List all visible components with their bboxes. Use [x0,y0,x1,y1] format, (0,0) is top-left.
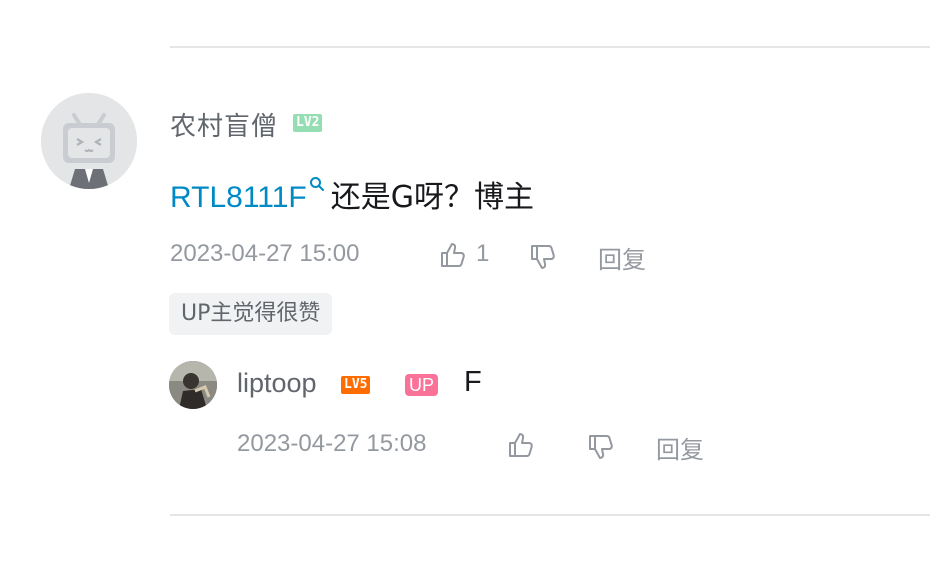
dislike-icon[interactable] [586,432,616,462]
like-icon[interactable] [438,240,468,270]
reply-button[interactable]: 回复 [598,240,646,275]
reply-username[interactable]: liptoop [237,368,317,399]
up-liked-tag: UP主觉得很赞 [169,293,333,335]
search-link[interactable]: RTL8111F [170,181,307,214]
reply-button[interactable]: 回复 [656,430,704,465]
search-icon[interactable] [309,176,325,192]
like-icon[interactable] [506,430,536,460]
level-badge: LV2 [293,114,323,132]
level-badge: LV5 [341,376,371,394]
like-count: 1 [476,240,490,267]
comment-text: 还是G呀？博主 [330,180,534,215]
dislike-icon[interactable] [528,242,558,272]
reply-timestamp: 2023-04-27 15:08 [237,430,427,457]
divider-bottom [170,514,930,516]
up-badge: UP [405,374,439,396]
user-photo-icon [169,361,217,409]
comment-timestamp: 2023-04-27 15:00 [170,240,360,267]
avatar[interactable] [41,93,137,189]
tv-avatar-icon [41,93,137,189]
divider-top [170,46,930,48]
comment-content: RTL8111F 还是G呀？博主 [170,172,534,216]
reply-avatar[interactable] [169,361,217,409]
reply-text: F [464,366,482,398]
comment-username[interactable]: 农村盲僧 [170,106,278,143]
